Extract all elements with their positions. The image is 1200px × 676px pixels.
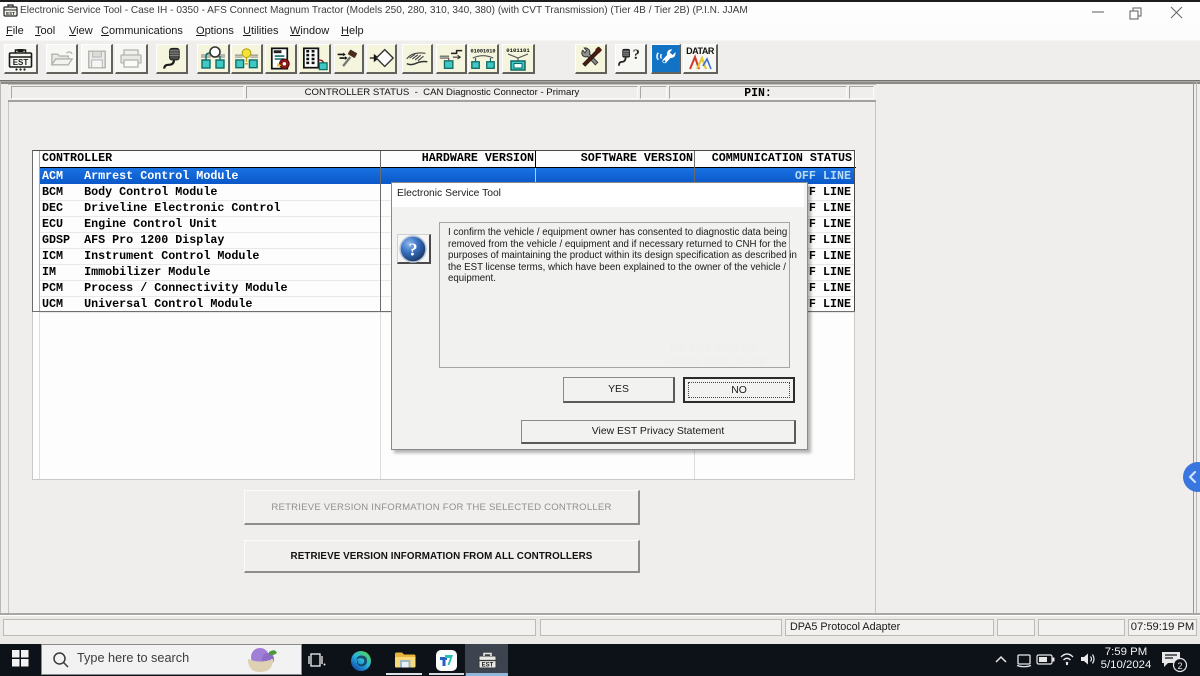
- svg-text:0101101: 0101101: [506, 47, 530, 54]
- svg-text:EST: EST: [482, 663, 494, 669]
- svg-text:?: ?: [633, 47, 640, 63]
- svg-text:2: 2: [1177, 661, 1182, 671]
- svg-text:?: ?: [409, 240, 418, 260]
- svg-text:EST: EST: [13, 58, 29, 67]
- svg-text:01001010: 01001010: [470, 48, 495, 54]
- svg-text:EST: EST: [6, 11, 15, 16]
- svg-text:DATAR: DATAR: [686, 46, 715, 56]
